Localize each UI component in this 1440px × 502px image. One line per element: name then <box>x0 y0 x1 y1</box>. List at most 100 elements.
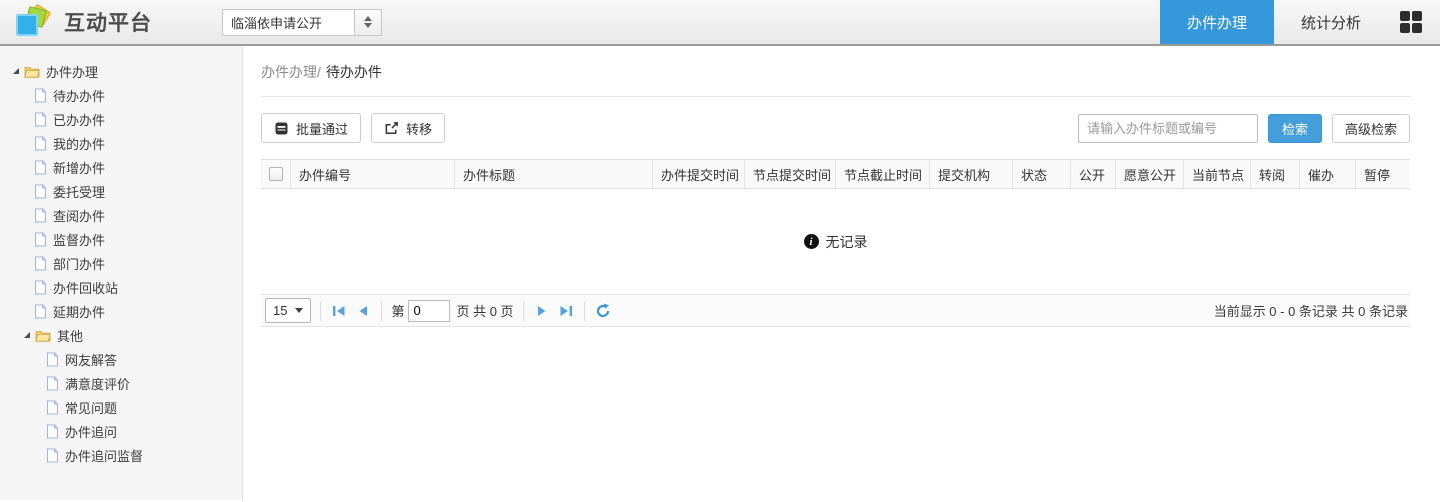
sidebar-item-0-7[interactable]: 部门办件 <box>0 251 242 275</box>
column-header-0[interactable]: 办件编号 <box>291 160 455 188</box>
sidebar-item-1-0[interactable]: 网友解答 <box>0 347 242 371</box>
page-number-input[interactable] <box>408 299 451 322</box>
document-icon <box>34 87 47 103</box>
toolbar: 批量通过 转移 检索 高级检索 <box>261 113 1410 143</box>
document-icon <box>46 375 59 391</box>
tab-statistics[interactable]: 统计分析 <box>1274 0 1388 44</box>
first-page-button[interactable] <box>330 302 348 320</box>
document-icon <box>34 183 47 199</box>
tab-case-handling[interactable]: 办件办理 <box>1159 0 1274 44</box>
column-header-5[interactable]: 提交机构 <box>930 160 1013 188</box>
column-header-12[interactable]: 暂停 <box>1356 160 1410 188</box>
breadcrumb-current: 待办办件 <box>325 64 382 80</box>
sidebar-item-label: 待办办件 <box>53 88 106 104</box>
sidebar-item-label: 查阅办件 <box>53 208 106 224</box>
breadcrumb: 办件办理/待办办件 <box>261 62 1410 82</box>
column-header-11[interactable]: 催办 <box>1300 160 1356 188</box>
record-summary: 当前显示 0 - 0 条记录 共 0 条记录 <box>1213 304 1408 319</box>
sidebar-item-0-6[interactable]: 监督办件 <box>0 227 242 251</box>
column-header-8[interactable]: 愿意公开 <box>1116 160 1184 188</box>
document-icon <box>46 351 59 367</box>
column-header-7[interactable]: 公开 <box>1071 160 1116 188</box>
document-icon <box>34 159 47 175</box>
sidebar-item-0-8[interactable]: 办件回收站 <box>0 275 242 299</box>
empty-state: i 无记录 <box>261 189 1410 294</box>
search-button[interactable]: 检索 <box>1267 113 1322 143</box>
sidebar-item-1-3[interactable]: 办件追问 <box>0 419 242 443</box>
sidebar-item-label: 监督办件 <box>53 232 106 248</box>
sidebar-tree: 办件办理待办办件已办办件我的办件新增办件委托受理查阅办件监督办件部门办件办件回收… <box>0 59 242 467</box>
select-all-cell <box>261 160 291 188</box>
sidebar-item-label: 新增办件 <box>53 160 106 176</box>
empty-state-text: 无记录 <box>825 233 868 250</box>
divider <box>261 96 1410 97</box>
select-all-checkbox[interactable] <box>268 167 283 181</box>
sidebar-item-1-4[interactable]: 办件追问监督 <box>0 443 242 467</box>
sidebar-item-1-1[interactable]: 满意度评价 <box>0 371 242 395</box>
sidebar-item-0-9[interactable]: 延期办件 <box>0 299 242 323</box>
sidebar-folder-1[interactable]: 其他 <box>0 323 242 347</box>
sidebar-item-0-0[interactable]: 待办办件 <box>0 83 242 107</box>
page-size-select[interactable]: 15 <box>265 298 312 323</box>
sidebar-item-1-2[interactable]: 常见问题 <box>0 395 242 419</box>
page-label-after: 页 共 0 页 <box>456 304 514 319</box>
sidebar-item-label: 我的办件 <box>53 136 106 152</box>
tree-expander-icon[interactable] <box>24 332 30 338</box>
site-select-spinner-icon[interactable] <box>354 8 382 36</box>
transfer-icon <box>384 121 399 136</box>
prev-page-button[interactable] <box>354 302 372 320</box>
app-title: 互动平台 <box>64 12 152 35</box>
column-header-2[interactable]: 办件提交时间 <box>653 160 745 188</box>
column-header-1[interactable]: 办件标题 <box>455 160 653 188</box>
folder-icon <box>24 65 40 78</box>
main-content: 办件办理/待办办件 批量通过 转移 请输入办件标题或编号 检索 高级检索 办件编… <box>243 46 1440 500</box>
info-icon: i <box>803 234 819 249</box>
apps-grid-icon[interactable] <box>1400 11 1422 33</box>
page-label-before: 第 <box>391 304 405 319</box>
column-header-3[interactable]: 节点提交时间 <box>745 160 836 188</box>
document-icon <box>34 135 47 151</box>
sidebar-item-label: 委托受理 <box>53 184 106 200</box>
sidebar-item-0-4[interactable]: 委托受理 <box>0 179 242 203</box>
document-icon <box>34 255 47 271</box>
sidebar-item-label: 办件追问监督 <box>65 448 144 464</box>
refresh-icon[interactable] <box>594 302 612 320</box>
sidebar-folder-label: 其他 <box>57 328 84 344</box>
sidebar-item-0-1[interactable]: 已办办件 <box>0 107 242 131</box>
last-page-button[interactable] <box>557 302 575 320</box>
batch-approve-button[interactable]: 批量通过 <box>261 113 362 143</box>
transfer-button[interactable]: 转移 <box>371 113 446 143</box>
document-icon <box>34 207 47 223</box>
sidebar-item-label: 延期办件 <box>53 304 106 320</box>
sidebar-item-label: 满意度评价 <box>65 376 131 392</box>
document-icon <box>34 111 47 127</box>
top-header: 互动平台 临淄依申请公开 办件办理 统计分析 <box>0 0 1440 46</box>
column-header-10[interactable]: 转阅 <box>1251 160 1300 188</box>
sidebar-folder-label: 办件办理 <box>46 64 99 80</box>
sidebar-item-label: 网友解答 <box>65 352 118 368</box>
advanced-search-button[interactable]: 高级检索 <box>1331 113 1410 143</box>
document-icon <box>34 303 47 319</box>
next-page-button[interactable] <box>533 302 551 320</box>
search-input[interactable] <box>1077 113 1258 143</box>
column-header-6[interactable]: 状态 <box>1013 160 1071 188</box>
site-select-value[interactable]: 临淄依申请公开 <box>222 8 354 36</box>
document-icon <box>34 231 47 247</box>
sidebar-item-label: 部门办件 <box>53 256 106 272</box>
breadcrumb-parent[interactable]: 办件办理/ <box>261 64 321 80</box>
sidebar-item-0-2[interactable]: 我的办件 <box>0 131 242 155</box>
table-header-row: 办件编号 办件标题 办件提交时间 节点提交时间 节点截止时间 提交机构 状态 公开 愿意公开 当前… <box>261 159 1410 189</box>
sidebar-item-0-5[interactable]: 查阅办件 <box>0 203 242 227</box>
sidebar-item-0-3[interactable]: 新增办件 <box>0 155 242 179</box>
batch-approve-icon <box>274 121 289 136</box>
sidebar-folder-0[interactable]: 办件办理 <box>0 59 242 83</box>
tree-expander-icon[interactable] <box>13 68 19 74</box>
chevron-down-icon <box>295 308 304 313</box>
column-header-9[interactable]: 当前节点 <box>1184 160 1251 188</box>
column-header-4[interactable]: 节点截止时间 <box>836 160 930 188</box>
site-select[interactable]: 临淄依申请公开 <box>222 8 382 36</box>
app-logo-icon <box>14 3 52 38</box>
transfer-label: 转移 <box>406 121 433 137</box>
document-icon <box>46 447 59 463</box>
folder-icon <box>35 329 51 342</box>
